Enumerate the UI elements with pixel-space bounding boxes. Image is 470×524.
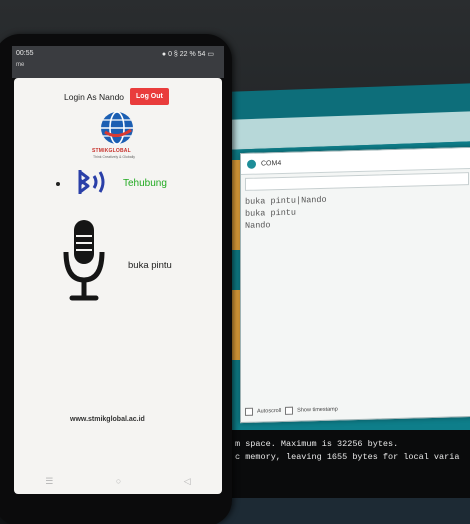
console-line: c memory, leaving 1655 bytes for local v… <box>235 452 460 462</box>
serial-output: buka pintu|Nando buka pintu Nando <box>241 188 470 234</box>
bluetooth-status: Tehubung <box>123 178 167 189</box>
login-row: Login As Nando Log Out <box>64 88 169 105</box>
status-time: 00:55 <box>16 50 34 57</box>
autoscroll-label: Autoscroll <box>257 407 282 415</box>
voice-result-text: buka pintu <box>128 260 172 271</box>
console-line: m space. Maximum is 32256 bytes. <box>235 439 399 449</box>
recents-icon[interactable]: ☰ <box>45 476 53 487</box>
login-status: Login As Nando <box>64 91 125 102</box>
status-bar: 00:55 ● 0 § 22 % 54 ▭ me <box>12 46 224 78</box>
serial-monitor-window: COM4 buka pintu|Nando buka pintu Nando A… <box>240 146 470 424</box>
autoscroll-checkbox[interactable] <box>245 407 253 416</box>
timestamp-label: Show timestamp <box>297 406 338 414</box>
home-icon[interactable]: ○ <box>116 476 121 486</box>
taskbar <box>200 498 470 524</box>
bluetooth-indicator-dot <box>56 182 60 186</box>
website-link[interactable]: www.stmikglobal.ac.id <box>70 416 145 423</box>
serial-monitor-title: COM4 <box>261 159 282 168</box>
android-navbar: ☰ ○ ◁ <box>14 468 222 494</box>
logo-name: STMIKGLOBAL <box>92 148 131 154</box>
status-subtitle: me <box>16 62 25 68</box>
serial-monitor-titlebar: COM4 <box>241 147 470 176</box>
app-screen: Login As Nando Log Out STMIKGLOBAL Think… <box>14 78 222 494</box>
back-icon[interactable]: ◁ <box>184 476 191 487</box>
microphone-icon[interactable] <box>62 218 106 304</box>
editor-gutter-marker <box>232 160 240 250</box>
arduino-icon <box>247 159 256 169</box>
ide-console: m space. Maximum is 32256 bytes. c memor… <box>200 430 470 500</box>
photo-scene: COM4 buka pintu|Nando buka pintu Nando A… <box>0 0 470 524</box>
editor-gutter-marker <box>232 290 240 360</box>
logo-tagline: Think Creatively & Globally <box>93 155 136 159</box>
bluetooth-icon[interactable] <box>72 166 112 198</box>
timestamp-checkbox[interactable] <box>285 406 294 415</box>
logout-button[interactable]: Log Out <box>130 88 169 105</box>
serial-footer: Autoscroll Show timestamp <box>245 406 338 416</box>
status-icons: ● 0 § 22 % 54 ▭ <box>161 51 214 58</box>
globe-logo-icon <box>101 111 133 145</box>
